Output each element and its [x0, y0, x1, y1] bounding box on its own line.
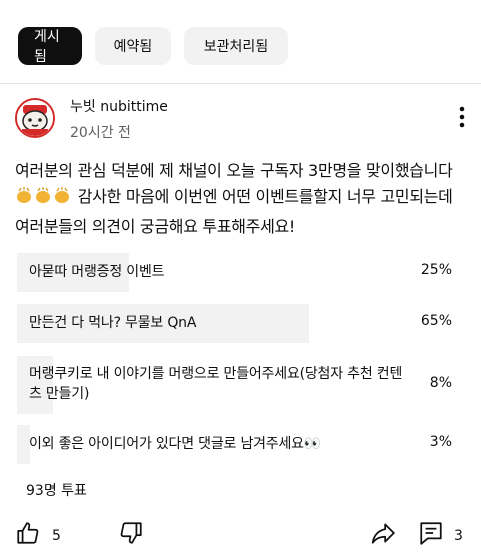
- thumbs-down-icon: [120, 522, 142, 544]
- poll-option[interactable]: 아묻따 머랭증정 이벤트 25%: [17, 253, 466, 292]
- poll-option-percent: 25%: [420, 262, 452, 278]
- divider: [0, 83, 481, 84]
- like-count: 5: [52, 528, 61, 544]
- dislike-button[interactable]: [118, 520, 144, 550]
- post-text: 여러분의 관심 덕분에 제 채널이 오늘 구독자 3만명을 맞이했습니다 감사한…: [15, 158, 470, 240]
- poll-option-label: 만든건 다 먹나? 무물보 QnA: [29, 315, 197, 331]
- tab-published[interactable]: 게시됨: [18, 27, 82, 65]
- poll-option-percent: 3%: [429, 434, 452, 450]
- poll-option[interactable]: 이외 좋은 아이디어가 있다면 댓글로 남겨주세요👀 3%: [17, 425, 466, 464]
- like-button[interactable]: [15, 520, 41, 550]
- poll-option[interactable]: 만든건 다 먹나? 무물보 QnA 65%: [17, 304, 466, 343]
- post-text-part-2: 감사한 마음에 이번엔 어떤 이벤트를할지 너무 고민되는데 여러분들의 의견이…: [15, 187, 453, 236]
- post-timestamp: 20시간 전: [70, 125, 131, 141]
- post-text-part-1: 여러분의 관심 덕분에 제 채널이 오늘 구독자 3만명을 맞이했습니다: [15, 161, 453, 180]
- poll-option[interactable]: 머랭쿠키로 내 이야기를 머랭으로 만들어주세요(당첨자 추천 컨텐츠 만들기)…: [17, 356, 466, 414]
- filter-tabs: 게시됨 예약됨 보관처리됨: [18, 27, 288, 65]
- comments-button[interactable]: [418, 520, 444, 550]
- comment-count: 3: [454, 528, 463, 544]
- avatar-character-icon: [17, 100, 53, 136]
- poll-option-percent: 65%: [420, 313, 452, 329]
- tab-scheduled[interactable]: 예약됨: [95, 27, 171, 65]
- tab-archived[interactable]: 보관처리됨: [184, 27, 288, 65]
- avatar[interactable]: [15, 98, 55, 138]
- clapping-hands-icon: [15, 186, 73, 214]
- poll-option-label: 이외 좋은 아이디어가 있다면 댓글로 남겨주세요👀: [29, 436, 322, 452]
- thumbs-up-icon: [17, 522, 39, 544]
- share-icon: [371, 523, 395, 544]
- poll-option-label: 아묻따 머랭증정 이벤트: [29, 264, 165, 280]
- share-button[interactable]: [370, 520, 396, 550]
- comment-icon: [420, 522, 442, 545]
- channel-name[interactable]: 누빗 nubittime: [70, 96, 168, 116]
- vote-count: 93명 투표: [26, 483, 87, 499]
- more-vertical-icon: [459, 106, 465, 128]
- poll-option-label: 머랭쿠키로 내 이야기를 머랭으로 만들어주세요(당첨자 추천 컨텐츠 만들기): [29, 366, 403, 402]
- more-options-button[interactable]: [452, 104, 472, 130]
- poll-option-percent: 8%: [429, 375, 452, 391]
